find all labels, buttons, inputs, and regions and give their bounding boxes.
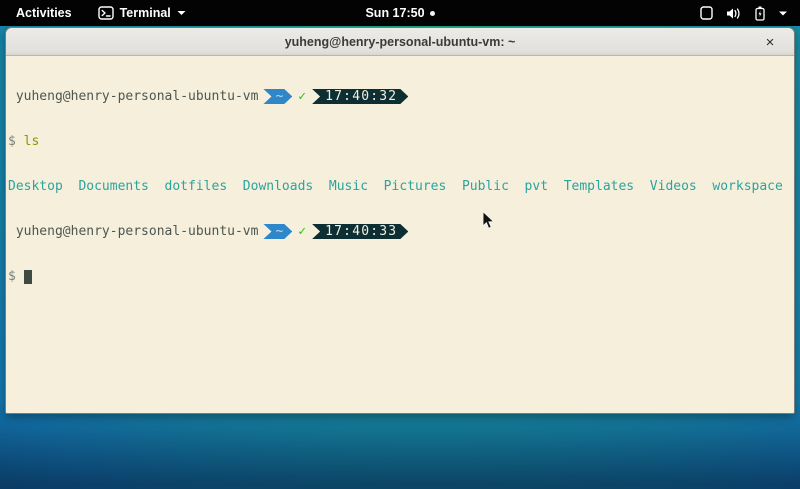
command-text: ls (24, 134, 40, 149)
notification-dot (430, 11, 435, 16)
app-menu[interactable]: Terminal (92, 4, 192, 22)
clock[interactable]: Sun 17:50 (365, 6, 424, 20)
prompt-line: yuheng@henry-personal-ubuntu-vm ~ ✓ 17:40:3… (8, 224, 792, 239)
terminal-app-icon (98, 6, 114, 20)
window-titlebar[interactable]: yuheng@henry-personal-ubuntu-vm: ~ × (6, 28, 794, 56)
volume-icon (726, 7, 742, 20)
battery-charging-icon (755, 6, 765, 21)
check-icon: ✓ (298, 89, 306, 104)
terminal-cursor (24, 270, 32, 284)
ls-output-line: Desktop Documents dotfiles Downloads Mus… (8, 179, 792, 194)
prompt-user: yuheng@henry-personal-ubuntu-vm (16, 224, 259, 239)
command-line: $ ls (8, 134, 792, 149)
desktop: Activities Terminal Sun 17:50 (0, 0, 800, 489)
terminal-content[interactable]: yuheng@henry-personal-ubuntu-vm ~ ✓ 17:40:3… (6, 56, 794, 413)
prompt-time-segment: 17:40:32 (312, 89, 408, 104)
check-icon: ✓ (298, 224, 306, 239)
activities-button[interactable]: Activities (10, 4, 78, 22)
prompt-symbol: $ (8, 134, 16, 149)
app-menu-caret-icon (177, 10, 186, 16)
gnome-top-bar: Activities Terminal Sun 17:50 (0, 0, 800, 26)
activities-label: Activities (16, 6, 72, 20)
prompt-symbol: $ (8, 269, 16, 284)
window-title: yuheng@henry-personal-ubuntu-vm: ~ (285, 35, 516, 49)
prompt-line: yuheng@henry-personal-ubuntu-vm ~ ✓ 17:40:3… (8, 89, 792, 104)
prompt-user: yuheng@henry-personal-ubuntu-vm (16, 89, 259, 104)
input-line: $ (8, 269, 792, 284)
terminal-window: yuheng@henry-personal-ubuntu-vm: ~ × yuh… (5, 27, 795, 414)
prompt-time-segment: 17:40:33 (312, 224, 408, 239)
chevron-down-icon (778, 10, 788, 17)
app-menu-label: Terminal (120, 6, 171, 20)
prompt-path-segment: ~ (263, 224, 292, 239)
screen-icon (700, 6, 713, 20)
close-button[interactable]: × (760, 32, 780, 52)
prompt-path-segment: ~ (263, 89, 292, 104)
system-status-area[interactable] (700, 6, 788, 21)
